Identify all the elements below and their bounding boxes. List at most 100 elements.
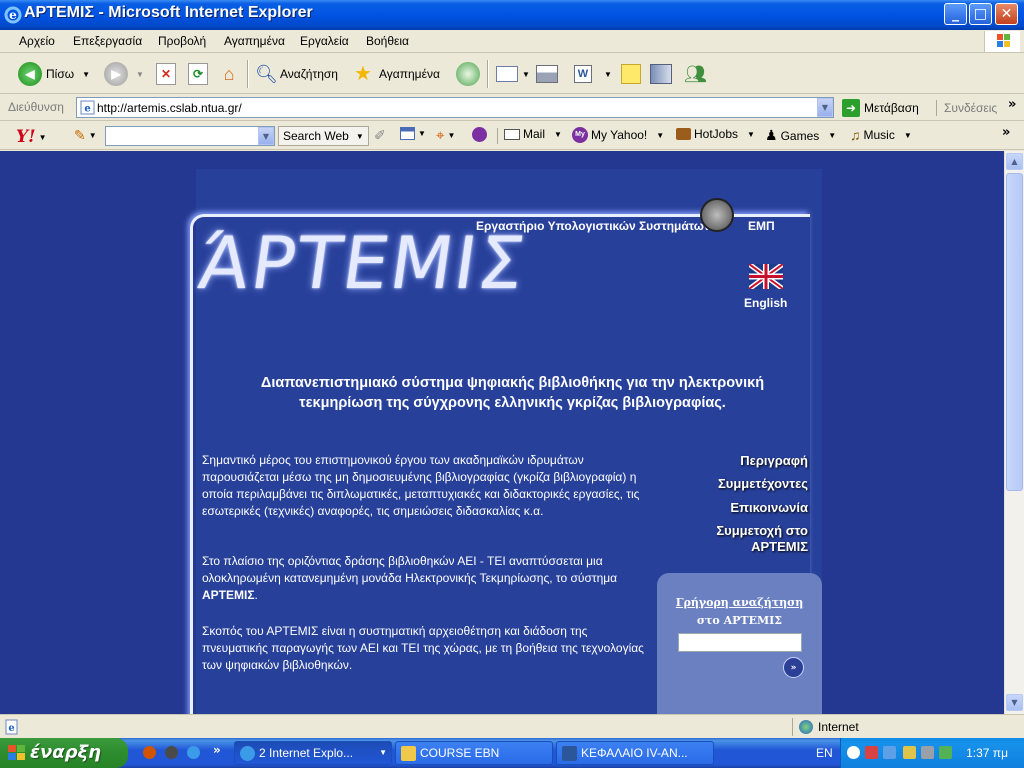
hotjobs-dropdown-icon[interactable]: ▼ [747,130,755,139]
yahoo-button[interactable]: Y! ▼ [16,127,47,147]
minimize-button[interactable]: _ [944,3,967,25]
quicklaunch-media-icon[interactable] [165,746,178,759]
intro-paragraph: Σημαντικό μέρος του επιστημονικού έργου … [202,453,640,518]
tray-volume-icon[interactable] [921,746,934,759]
security-zone: Internet [792,718,1022,736]
scroll-down-icon[interactable]: ▼ [1006,694,1023,711]
history-button[interactable] [456,60,480,88]
menu-file[interactable]: Αρχείο [19,34,55,48]
clock[interactable]: 1:37 πμ [966,746,1008,760]
my-yahoo-button[interactable]: My My Yahoo! ▼ [572,127,664,143]
anti-spy-button[interactable]: ⌖ ▼ [436,127,455,144]
search-web-dropdown-icon[interactable]: ▼ [356,132,364,141]
games-button[interactable]: ♟ Games ▼ [765,127,836,144]
vertical-scrollbar[interactable]: ▲ ▼ [1004,151,1024,714]
close-button[interactable]: ✕ [995,3,1018,25]
yahoo-mail-button[interactable]: Mail ▼ [504,127,562,141]
address-input[interactable]: e http://artemis.cslab.ntua.gr/ ▼ [76,97,834,118]
nav-participants[interactable]: Συμμετέχοντες [718,476,808,492]
menu-help[interactable]: Βοήθεια [366,34,409,48]
pencil-button[interactable]: ✎ ▼ [74,127,97,144]
menu-tools[interactable]: Εργαλεία [300,34,349,48]
tray-shield-icon[interactable] [903,746,916,759]
stop-button[interactable]: ✕ [156,60,176,88]
print-button[interactable] [536,60,558,88]
popup-blocker-button[interactable]: ▼ [400,127,426,140]
mail-button[interactable]: ▼ [496,60,530,88]
quicklaunch-firefox-icon[interactable] [143,746,156,759]
music-button[interactable]: ♫ Music ▼ [850,127,912,143]
address-separator [936,100,937,116]
yahoo-search-input[interactable]: ▼ [105,126,275,146]
forward-dropdown-icon[interactable]: ▼ [136,70,144,79]
messenger-yahoo-button[interactable] [472,127,487,142]
discuss-button[interactable] [621,60,641,88]
mail-dropdown-icon[interactable]: ▼ [522,70,530,79]
nav-contact[interactable]: Επικοινωνία [730,500,808,516]
quick-search-title[interactable]: Γρήγορη αναζήτηση [657,596,822,609]
quicklaunch-chevron-icon[interactable]: » [213,743,221,757]
yahoo-mail-dropdown-icon[interactable]: ▼ [554,130,562,139]
nav-join[interactable]: Συμμετοχή στο ΑΡΤΕΜΙΣ [716,523,808,555]
search-icon: 🔍︎ [255,64,278,84]
hotjobs-button[interactable]: HotJobs ▼ [676,127,755,141]
yahoo-dropdown-icon[interactable]: ▼ [39,133,47,142]
address-dropdown-icon[interactable]: ▼ [817,98,833,117]
task-group-dropdown-icon[interactable]: ▼ [379,742,387,764]
popup-dropdown-icon[interactable]: ▼ [418,129,426,138]
anti-spy-dropdown-icon[interactable]: ▼ [447,131,455,140]
search-web-button[interactable]: Search Web ▼ [278,126,369,146]
english-link[interactable]: English [744,296,787,310]
links-chevron-icon[interactable]: » [1008,97,1016,112]
games-dropdown-icon[interactable]: ▼ [828,131,836,140]
back-button[interactable]: ◀ Πίσω ▼ [18,60,90,88]
messenger-button[interactable]: 👥︎ [684,60,707,88]
address-label: Διεύθυνση [8,100,64,114]
messenger-icon: 👥︎ [684,64,707,84]
scroll-thumb[interactable] [1006,173,1023,491]
music-dropdown-icon[interactable]: ▼ [904,131,912,140]
title-bar[interactable]: e ΑΡΤΕΜΙΣ - Microsoft Internet Explorer … [0,0,1024,30]
yahoo-search-dropdown-icon[interactable]: ▼ [258,127,274,145]
maximize-button[interactable]: □ [969,3,992,25]
favorites-button[interactable]: ★ Αγαπημένα [354,60,440,88]
pencil-dropdown-icon[interactable]: ▼ [89,131,97,140]
start-button[interactable]: έναρξη [0,738,128,768]
search-button[interactable]: 🔍︎ Αναζήτηση [255,60,338,88]
research-button[interactable] [650,60,672,88]
refresh-button[interactable]: ⟳ [188,60,208,88]
back-dropdown-icon[interactable]: ▼ [82,70,90,79]
globe-icon [799,720,813,734]
yahoo-chevron-icon[interactable]: » [1002,125,1010,140]
nav-description[interactable]: Περιγραφή [740,453,808,469]
start-label: έναρξη [30,742,101,763]
tray-expand-icon[interactable] [847,746,860,759]
menu-favorites[interactable]: Αγαπημένα [224,34,285,48]
home-button[interactable]: ⌂ [218,60,240,88]
language-indicator[interactable]: EN [816,746,833,760]
highlight-button[interactable]: ✐ [374,127,386,144]
tray-network-icon[interactable] [883,746,896,759]
links-button[interactable]: Συνδέσεις [944,101,997,115]
quicklaunch-ie-icon[interactable] [187,746,200,759]
go-arrow-icon[interactable]: ➜ [842,99,860,117]
task-internet-explorer[interactable]: 2 Internet Explo... ▼ [234,741,392,765]
my-yahoo-dropdown-icon[interactable]: ▼ [656,131,664,140]
go-button[interactable]: Μετάβαση [864,101,919,115]
yahoo-separator [497,128,498,144]
tray-update-icon[interactable] [939,746,952,759]
task-word-document[interactable]: ΚΕΦΑΛΑΙΟ IV-AN... [556,741,714,765]
tray-app-icon[interactable] [865,746,878,759]
task-course-ebn[interactable]: COURSE EBN [395,741,553,765]
menu-edit[interactable]: Επεξεργασία [73,34,142,48]
quick-search-go-button[interactable]: » [783,657,804,678]
scroll-up-icon[interactable]: ▲ [1006,153,1023,170]
forward-button[interactable]: ▶ ▼ [104,60,144,88]
uk-flag-icon[interactable] [749,264,783,289]
edit-dropdown-icon[interactable]: ▼ [604,70,612,79]
yahoo-mail-label: Mail [523,127,546,141]
quick-search-input[interactable] [678,633,802,652]
menu-view[interactable]: Προβολή [158,34,206,48]
edit-button[interactable]: W ▼ [574,60,612,88]
ntua-seal-icon[interactable] [700,198,734,232]
